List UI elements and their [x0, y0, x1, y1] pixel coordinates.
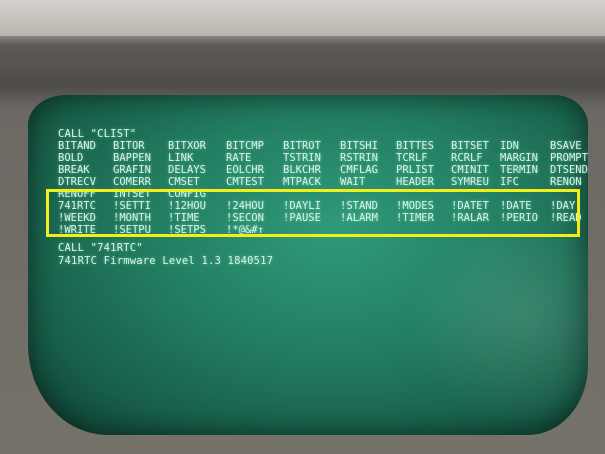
command-cell: MARGIN	[500, 152, 538, 164]
command-cell: COMERR	[113, 176, 151, 188]
command-cell: DELAYS	[168, 164, 206, 176]
monitor-top-edge	[0, 0, 605, 36]
command-cell: BITCMP	[226, 140, 264, 152]
command-cell: RATE	[226, 152, 252, 164]
command-cell: GRAFIN	[113, 164, 151, 176]
command-cell: WAIT	[340, 176, 366, 188]
command-cell: PROMPT	[550, 152, 588, 164]
command-cell: BITAND	[58, 140, 96, 152]
command-cell: DTRECV	[58, 176, 96, 188]
command-cell: BITROT	[283, 140, 321, 152]
command-cell: BREAK	[58, 164, 90, 176]
command-cell: MTPACK	[283, 176, 321, 188]
command-cell: DTSEND	[550, 164, 588, 176]
command-cell: CMINIT	[451, 164, 489, 176]
command-cell: BITSET	[451, 140, 489, 152]
command-cell: CMSET	[168, 176, 200, 188]
command-cell: HEADER	[396, 176, 434, 188]
command-call-741rtc: CALL "741RTC"	[58, 242, 143, 254]
command-cell: TSTRIN	[283, 152, 321, 164]
command-call-clist: CALL "CLIST"	[58, 128, 137, 140]
command-cell: BOLD	[58, 152, 84, 164]
command-cell: TCRLF	[396, 152, 428, 164]
command-cell: BLKCHR	[283, 164, 321, 176]
command-cell: BITXOR	[168, 140, 206, 152]
command-cell: EOLCHR	[226, 164, 264, 176]
command-cell: TERMIN	[500, 164, 538, 176]
command-cell: RSTRIN	[340, 152, 378, 164]
command-cell: BITOR	[113, 140, 145, 152]
firmware-level-line: 741RTC Firmware Level 1.3 1840517	[58, 255, 274, 267]
screen-reflection	[408, 215, 588, 425]
command-cell: BAPPEN	[113, 152, 151, 164]
command-cell: PRLIST	[396, 164, 434, 176]
command-cell: LINK	[168, 152, 194, 164]
command-cell: CMFLAG	[340, 164, 378, 176]
command-cell: RENON	[550, 176, 582, 188]
command-cell: BITSHI	[340, 140, 378, 152]
highlight-box	[46, 189, 580, 237]
command-cell: IDN	[500, 140, 519, 152]
command-cell: BITTES	[396, 140, 434, 152]
command-cell: BSAVE	[550, 140, 582, 152]
command-cell: SYMREU	[451, 176, 489, 188]
command-cell: RCRLF	[451, 152, 483, 164]
command-cell: CMTEST	[226, 176, 264, 188]
command-cell: IFC	[500, 176, 519, 188]
